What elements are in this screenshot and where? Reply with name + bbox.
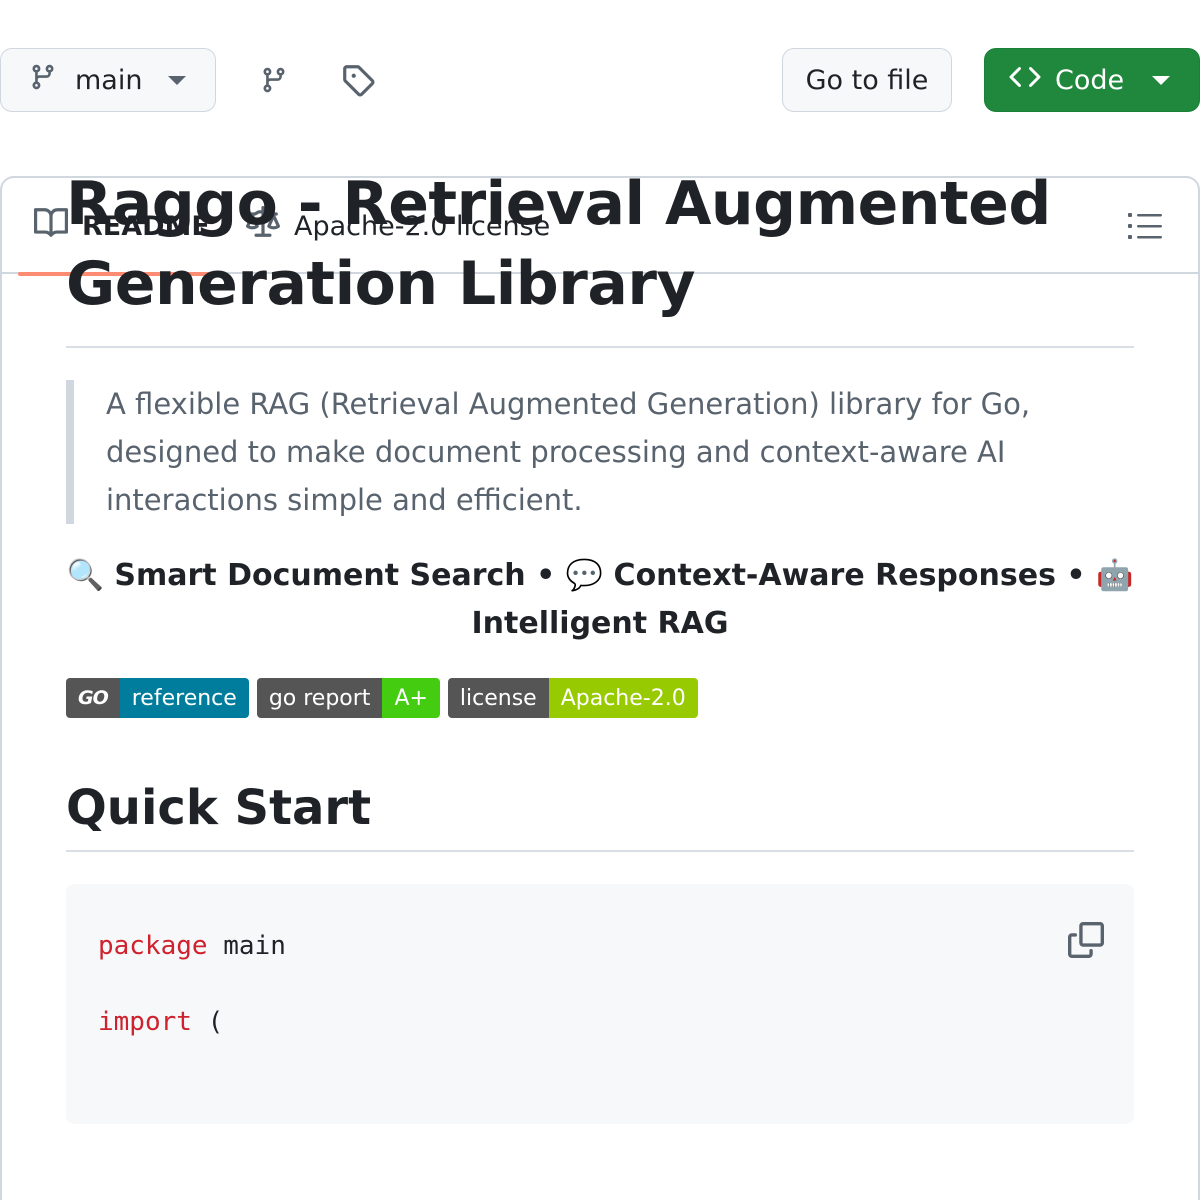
robot-icon: 🤖 <box>1096 558 1134 593</box>
go-report-badge[interactable]: go report A+ <box>256 678 440 718</box>
code-keyword: import <box>98 1007 192 1037</box>
branch-name: main <box>75 64 143 96</box>
tagline-item-search: Smart Document Search <box>114 558 526 593</box>
magnifier-icon: 🔍 <box>66 558 104 593</box>
badge-value: reference <box>119 678 249 718</box>
branch-selector-button[interactable]: main <box>0 48 216 112</box>
quick-start-heading: Quick Start <box>66 778 1134 852</box>
tagline-separator: • <box>536 558 556 593</box>
book-icon <box>34 206 69 247</box>
badge-label: license <box>447 678 549 718</box>
readme-title: Raggo - Retrieval Augmented Generation L… <box>66 164 1134 348</box>
tag-icon[interactable] <box>340 62 376 98</box>
code-button[interactable]: Code <box>984 48 1200 112</box>
badge-row: GO reference go report A+ license Apache… <box>66 678 1134 718</box>
badge-value: A+ <box>382 678 440 718</box>
code-text: ( <box>191 1007 224 1037</box>
tagline-item-context: Context-Aware Responses <box>613 558 1056 593</box>
go-reference-badge[interactable]: GO reference <box>66 678 249 718</box>
go-to-file-button[interactable]: Go to file <box>782 48 952 112</box>
go-to-file-label: Go to file <box>805 64 929 96</box>
code-block: package main import ( <box>66 884 1134 1124</box>
code-line: import ( <box>98 984 1102 1060</box>
badge-value: Apache-2.0 <box>548 678 698 718</box>
badge-label: go report <box>256 678 383 718</box>
code-button-label: Code <box>1055 64 1125 96</box>
tagline-item-rag: Intelligent RAG <box>471 606 729 641</box>
branches-icon[interactable] <box>256 62 292 98</box>
code-text: main <box>207 931 286 961</box>
caret-down-icon <box>168 75 187 85</box>
feature-tagline: 🔍 Smart Document Search • 💬 Context-Awar… <box>66 552 1134 648</box>
go-logo-icon: GO <box>78 687 109 709</box>
tagline-separator: • <box>1066 558 1086 593</box>
license-badge[interactable]: license Apache-2.0 <box>447 678 698 718</box>
code-line: package main <box>98 908 1102 984</box>
copy-icon[interactable] <box>1068 912 1104 958</box>
code-keyword: package <box>98 931 208 961</box>
description-blockquote: A flexible RAG (Retrieval Augmented Gene… <box>66 380 1134 524</box>
git-branch-icon <box>29 61 57 100</box>
caret-down-icon <box>1152 75 1171 85</box>
speech-bubble-icon: 💬 <box>565 558 604 593</box>
readme-article: Raggo - Retrieval Augmented Generation L… <box>66 164 1134 1124</box>
code-brackets-icon <box>1009 61 1041 100</box>
